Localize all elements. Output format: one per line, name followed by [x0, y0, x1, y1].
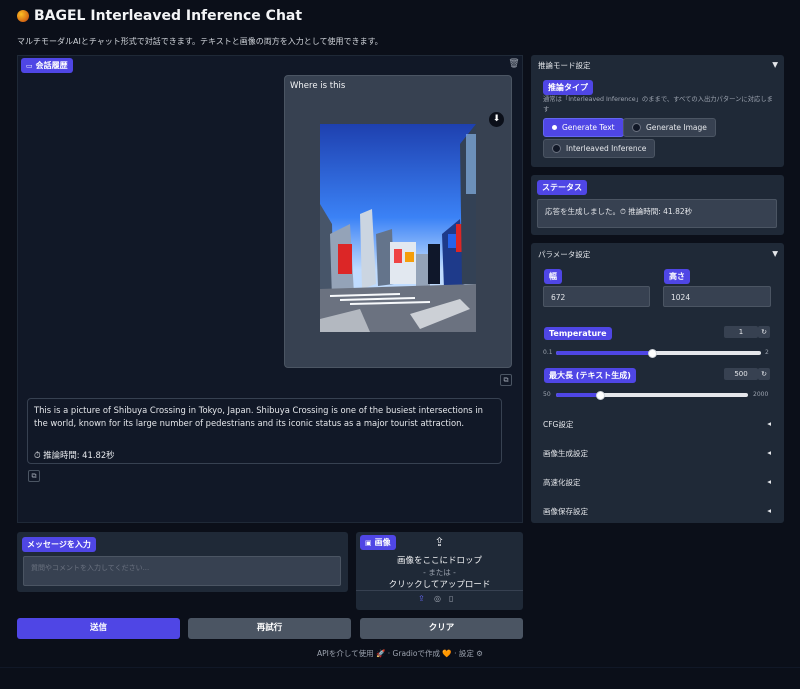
- temperature-label: Temperature: [544, 327, 612, 340]
- accordion-speedup[interactable]: 高速化設定 ◂: [543, 477, 771, 488]
- message-input-label: メッセージを入力: [22, 537, 96, 552]
- upload-divider: [356, 590, 523, 591]
- slider-fill: [556, 393, 601, 397]
- caret-left-icon: ◂: [767, 477, 771, 486]
- caret-left-icon: ◂: [767, 506, 771, 515]
- upload-source-icon[interactable]: ⇪: [418, 594, 425, 603]
- reset-icon[interactable]: ↻: [758, 326, 770, 338]
- radio-selected-icon: [552, 125, 557, 130]
- app-title: BAGEL Interleaved Inference Chat: [17, 8, 302, 24]
- copy-bot-icon[interactable]: ⧉: [28, 470, 40, 482]
- user-message-text: Where is this: [290, 81, 346, 91]
- accordion-speedup-label: 高速化設定: [543, 478, 581, 487]
- width-input[interactable]: 672: [543, 286, 650, 307]
- width-label: 幅: [544, 269, 562, 284]
- message-textarea[interactable]: 質問やコメントを入力してください...: [23, 556, 341, 586]
- status-panel: ステータス 応答を生成しました。⏱ 推論時間: 41.82秒: [531, 175, 784, 235]
- parameters-header[interactable]: パラメータ設定 ▼: [538, 249, 778, 260]
- clear-button[interactable]: クリア: [360, 618, 523, 639]
- bagel-logo-icon: [17, 10, 29, 22]
- trash-icon[interactable]: 🗑: [508, 58, 520, 70]
- gradio-link[interactable]: Gradioで作成 🧡: [393, 649, 452, 658]
- bottom-band: [0, 667, 800, 689]
- height-label: 高さ: [664, 269, 690, 284]
- accordion-image-save[interactable]: 画像保存設定 ◂: [543, 506, 771, 517]
- accordion-image-save-label: 画像保存設定: [543, 507, 588, 516]
- radio-unselected-icon: [632, 123, 641, 132]
- bot-message-bubble: This is a picture of Shibuya Crossing in…: [27, 398, 502, 464]
- temperature-max: 2: [765, 349, 769, 356]
- send-button[interactable]: 送信: [17, 618, 180, 639]
- slider-thumb[interactable]: [647, 348, 657, 358]
- chatbot-label: ▭ 会話履歴: [21, 58, 73, 73]
- shibuya-crossing-image[interactable]: [320, 124, 476, 332]
- bot-message-text: This is a picture of Shibuya Crossing in…: [34, 405, 483, 428]
- status-label: ステータス: [537, 180, 587, 195]
- radio-generate-text-label: Generate Text: [562, 123, 615, 132]
- message-input-panel: メッセージを入力 質問やコメントを入力してください...: [17, 532, 348, 592]
- temperature-slider[interactable]: [556, 348, 761, 358]
- accordion-image-gen-label: 画像生成設定: [543, 449, 588, 458]
- temperature-min: 0.1: [543, 349, 553, 356]
- image-upload-panel: ▣ 画像 ⇪ 画像をここにドロップ - または - クリックしてアップロード ⇪…: [356, 532, 523, 610]
- radio-interleaved-label: Interleaved Inference: [566, 144, 647, 153]
- inference-type-label: 推論タイプ: [543, 80, 593, 95]
- radio-unselected-icon: [552, 144, 561, 153]
- temperature-number-input[interactable]: 1: [724, 326, 758, 338]
- chatbot-label-text: 会話履歴: [35, 61, 68, 70]
- accordion-cfg-label: CFG設定: [543, 420, 574, 429]
- max-length-slider[interactable]: [556, 390, 748, 400]
- caret-left-icon: ◂: [767, 448, 771, 457]
- max-length-number-input[interactable]: 500: [724, 368, 758, 380]
- slider-thumb[interactable]: [595, 390, 605, 400]
- or-text: - または -: [423, 568, 456, 577]
- max-length-label: 最大長 (テキスト生成): [544, 368, 636, 383]
- bot-timing-text: ⏱ 推論時間: 41.82秒: [34, 450, 115, 460]
- caret-down-icon: ▼: [772, 60, 778, 69]
- retry-button[interactable]: 再試行: [188, 618, 351, 639]
- webcam-icon[interactable]: ◎: [434, 594, 441, 603]
- drop-text[interactable]: 画像をここにドロップ: [356, 554, 523, 566]
- download-icon[interactable]: ⬇: [489, 112, 504, 127]
- height-input[interactable]: 1024: [663, 286, 771, 307]
- click-upload-text[interactable]: クリックしてアップロード: [356, 578, 523, 590]
- reset-icon[interactable]: ↻: [758, 368, 770, 380]
- chat-icon: ▭: [26, 61, 33, 70]
- copy-icon[interactable]: ⧉: [500, 374, 512, 386]
- upload-icon[interactable]: ⇪: [356, 535, 523, 549]
- inference-mode-title: 推論モード設定: [538, 61, 591, 70]
- slider-fill: [556, 351, 653, 355]
- inference-type-info: 通常は「Interleaved Inference」のままで、すべての入出力パタ…: [543, 96, 773, 113]
- clipboard-icon[interactable]: ▯: [449, 594, 453, 603]
- app-title-text: BAGEL Interleaved Inference Chat: [34, 8, 303, 24]
- accordion-cfg[interactable]: CFG設定 ◂: [543, 419, 771, 430]
- caret-down-icon: ▼: [772, 249, 778, 258]
- footer: APIを介して使用 🚀 · Gradioで作成 🧡 · 設定 ⚙: [0, 648, 800, 659]
- accordion-image-gen[interactable]: 画像生成設定 ◂: [543, 448, 771, 459]
- max-length-max: 2000: [753, 391, 769, 398]
- radio-generate-image-label: Generate Image: [646, 123, 707, 132]
- settings-link[interactable]: 設定 ⚙: [459, 649, 483, 658]
- radio-interleaved[interactable]: Interleaved Inference: [543, 139, 656, 158]
- radio-generate-image[interactable]: Generate Image: [623, 118, 716, 137]
- max-length-min: 50: [543, 391, 551, 398]
- parameters-panel: パラメータ設定 ▼ 幅 672 高さ 1024 Temperature 1 ↻ …: [531, 243, 784, 523]
- inference-mode-panel: 推論モード設定 ▼ 推論タイプ 通常は「Interleaved Inferenc…: [531, 55, 784, 167]
- caret-left-icon: ◂: [767, 419, 771, 428]
- parameters-title: パラメータ設定: [538, 250, 591, 259]
- app-subtitle: マルチモーダルAIとチャット形式で対話できます。テキストと画像の両方を入力として…: [17, 37, 383, 46]
- status-textbox[interactable]: 応答を生成しました。⏱ 推論時間: 41.82秒: [537, 199, 777, 228]
- api-link[interactable]: APIを介して使用 🚀: [317, 649, 385, 658]
- inference-mode-header[interactable]: 推論モード設定 ▼: [538, 60, 778, 71]
- radio-generate-text[interactable]: Generate Text: [543, 118, 624, 137]
